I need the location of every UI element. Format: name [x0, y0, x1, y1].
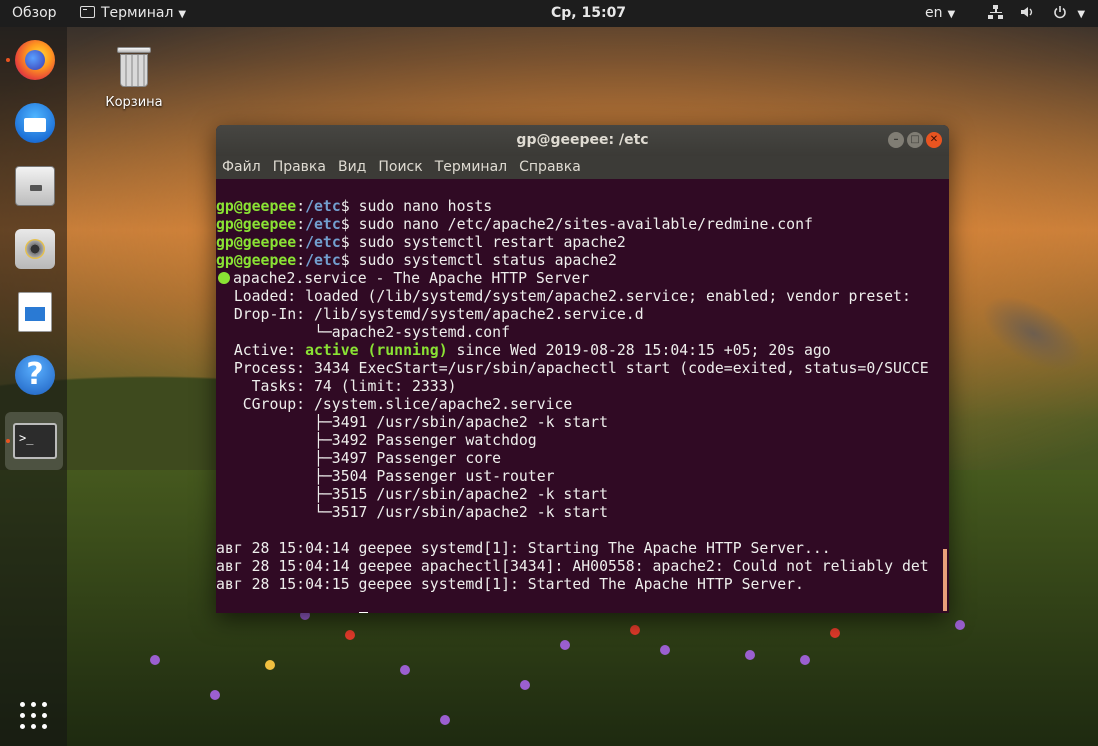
terminal-line: apache2.service - The Apache HTTP Server [216, 270, 949, 288]
terminal-line: ├─3491 /usr/sbin/apache2 -k start [216, 414, 608, 431]
terminal-line: Active: active (running) since Wed 2019-… [216, 342, 831, 359]
dock-files[interactable] [5, 157, 63, 215]
maximize-button[interactable]: □ [907, 132, 923, 148]
trash-label: Корзина [105, 95, 163, 110]
app-menu-button[interactable]: Терминал ▼ [80, 0, 186, 27]
terminal-window[interactable]: gp@geepee: /etc – □ ✕ Файл Правка Вид Поиск… [216, 125, 949, 613]
rhythmbox-icon [15, 229, 55, 269]
volume-icon [1020, 2, 1034, 17]
terminal-line: Tasks: 74 (limit: 2333) [216, 378, 457, 395]
trash-icon [117, 47, 151, 87]
terminal-line: авг 28 15:04:14 geepee systemd[1]: Start… [216, 540, 831, 557]
terminal-line: авг 28 15:04:15 geepee systemd[1]: Start… [216, 576, 804, 593]
thunderbird-icon [15, 103, 55, 143]
dock-thunderbird[interactable] [5, 94, 63, 152]
dock-help[interactable]: ? [5, 346, 63, 404]
top-bar: Обзор Терминал ▼ Ср, 15:07 en ▼ ▼ [0, 0, 1098, 27]
menu-view[interactable]: Вид [338, 159, 366, 175]
network-icon [988, 5, 1004, 19]
power-icon [1053, 2, 1067, 29]
libreoffice-writer-icon [18, 292, 52, 332]
keyboard-layout-label: en [925, 5, 943, 21]
window-titlebar[interactable]: gp@geepee: /etc – □ ✕ [216, 125, 949, 156]
terminal-scrollbar[interactable] [943, 549, 947, 611]
system-menu-button[interactable]: ▼ [988, 0, 1085, 27]
dock-libreoffice-writer[interactable] [5, 283, 63, 341]
terminal-line: ├─3504 Passenger ust-router [216, 468, 555, 485]
window-title: gp@geepee: /etc [516, 132, 649, 148]
terminal-line: gp@geepee:/etc$ sudo nano hosts [216, 198, 493, 215]
text-cursor [358, 612, 368, 613]
activities-button[interactable]: Обзор [12, 0, 57, 27]
desktop-trash[interactable]: Корзина [100, 44, 168, 110]
menu-search[interactable]: Поиск [378, 159, 422, 175]
terminal-line: авг 28 15:04:14 geepee apachectl[3434]: … [216, 558, 929, 575]
window-menubar: Файл Правка Вид Поиск Терминал Справка [216, 156, 949, 179]
dock-firefox[interactable] [5, 31, 63, 89]
terminal-line: Loaded: loaded (/lib/systemd/system/apac… [216, 288, 911, 305]
terminal-line: gp@geepee:/etc$ [216, 612, 949, 613]
dock-terminal[interactable]: >_ [5, 412, 63, 470]
menu-edit[interactable]: Правка [273, 159, 326, 175]
terminal-line: gp@geepee:/etc$ sudo systemctl restart a… [216, 234, 626, 251]
terminal-small-icon [80, 6, 95, 18]
chevron-down-icon: ▼ [1077, 9, 1086, 20]
app-grid-icon[interactable] [18, 700, 50, 732]
terminal-line: ├─3497 Passenger core [216, 450, 502, 467]
terminal-line: └─3517 /usr/sbin/apache2 -k start [216, 504, 608, 521]
terminal-line: ├─3492 Passenger watchdog [216, 432, 537, 449]
terminal-output[interactable]: gp@geepee:/etc$ sudo nano hosts gp@geepee… [216, 179, 949, 613]
terminal-line: Drop-In: /lib/systemd/system/apache2.ser… [216, 306, 644, 323]
chevron-down-icon: ▼ [947, 9, 956, 20]
running-indicator [6, 439, 10, 443]
terminal-line: ├─3515 /usr/sbin/apache2 -k start [216, 486, 608, 503]
close-button[interactable]: ✕ [926, 132, 942, 148]
minimize-button[interactable]: – [888, 132, 904, 148]
files-icon [15, 166, 55, 206]
terminal-line: Process: 3434 ExecStart=/usr/sbin/apache… [216, 360, 929, 377]
dock-rhythmbox[interactable] [5, 220, 63, 278]
chevron-down-icon: ▼ [178, 9, 187, 20]
menu-terminal[interactable]: Терминал [435, 159, 507, 175]
terminal-line: gp@geepee:/etc$ sudo nano /etc/apache2/s… [216, 216, 813, 233]
terminal-line: └─apache2-systemd.conf [216, 324, 510, 341]
terminal-icon: >_ [13, 423, 57, 459]
status-dot-icon [218, 272, 230, 284]
help-icon: ? [15, 355, 55, 395]
menu-help[interactable]: Справка [519, 159, 581, 175]
dock: ? >_ [0, 27, 67, 746]
keyboard-layout-button[interactable]: en ▼ [925, 0, 955, 27]
terminal-line: CGroup: /system.slice/apache2.service [216, 396, 573, 413]
firefox-icon [15, 40, 55, 80]
clock[interactable]: Ср, 15:07 [551, 0, 626, 27]
running-indicator [6, 58, 10, 62]
terminal-line: gp@geepee:/etc$ sudo systemctl status ap… [216, 252, 617, 269]
menu-file[interactable]: Файл [222, 159, 261, 175]
app-menu-label: Терминал [101, 5, 174, 21]
